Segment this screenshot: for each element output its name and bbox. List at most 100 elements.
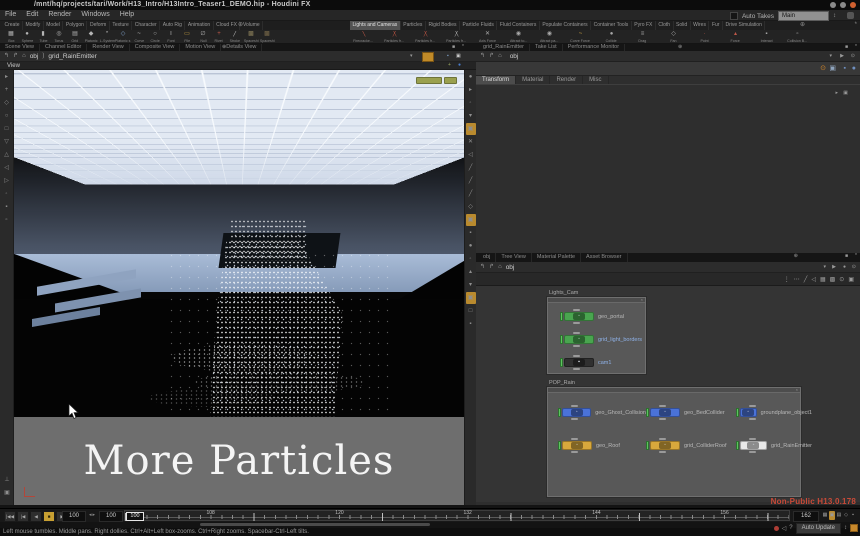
shelf-tab[interactable]: Populate Containers bbox=[540, 21, 591, 30]
shelf-tool[interactable]: ~ Curve Force bbox=[565, 31, 596, 43]
network-node[interactable]: ◦ groundplane_object1 bbox=[736, 396, 812, 429]
network-node[interactable]: ◦ geo_Roof bbox=[558, 429, 646, 462]
shelf-tab[interactable]: Auto Rig bbox=[160, 21, 185, 30]
viewport-tool-icon[interactable]: ⊥ bbox=[2, 474, 12, 486]
viewport-tool-icon[interactable]: ▣ bbox=[466, 292, 476, 304]
shelf-tool[interactable]: ● Sphere bbox=[19, 31, 35, 43]
nav-forward-icon[interactable]: ↱ bbox=[13, 51, 18, 62]
pane-tab[interactable]: obj bbox=[478, 253, 496, 262]
network-editor[interactable]: Lights_Cam × ◦ geo_portal bbox=[476, 286, 860, 502]
shelf-tab[interactable]: Model bbox=[44, 21, 64, 30]
network-node[interactable]: ◦ geo_Ghost_Collision bbox=[558, 396, 646, 429]
notification-icon[interactable] bbox=[847, 12, 854, 19]
viewport-tool-icon[interactable]: ◇ bbox=[2, 97, 12, 109]
shelf-tab[interactable]: Particle Fluids bbox=[460, 21, 497, 30]
node-label[interactable]: geo_BedCollider bbox=[684, 410, 725, 416]
globe-icon[interactable]: ● bbox=[852, 65, 856, 73]
node-display-flag[interactable] bbox=[646, 408, 649, 417]
shelf-tool[interactable]: ▮ Tube bbox=[35, 31, 51, 43]
shelf-tool[interactable]: ◎ Torus bbox=[51, 31, 67, 43]
pane-tab[interactable]: Asset Browser bbox=[581, 253, 627, 262]
shelf-tool[interactable]: + Rivet bbox=[211, 31, 227, 43]
shelf-tab[interactable]: Solid bbox=[674, 21, 691, 30]
pane-tab[interactable]: Composite View bbox=[130, 44, 181, 51]
network-box-lights-cam[interactable]: Lights_Cam × ◦ geo_portal bbox=[547, 297, 646, 374]
shelf-tab[interactable]: Texture bbox=[110, 21, 132, 30]
network-view-icon[interactable]: ╱ bbox=[804, 276, 808, 283]
scene-viewport[interactable] bbox=[14, 70, 464, 417]
select-mode-icon[interactable]: ▪ bbox=[447, 53, 449, 60]
viewport-tool-icon[interactable]: ▾ bbox=[466, 279, 476, 291]
shelf-tab[interactable]: Animation bbox=[185, 21, 213, 30]
shelf-tool[interactable]: ▦ Box bbox=[3, 31, 19, 43]
material-open-icon[interactable]: ▣ bbox=[843, 90, 848, 97]
viewport-tool-icon[interactable]: ◦ bbox=[2, 188, 12, 200]
viewport-tool-icon[interactable]: ◦ bbox=[466, 253, 476, 265]
shelf-tab[interactable]: Fur bbox=[709, 21, 723, 30]
network-view-icon[interactable]: ⋮ bbox=[784, 276, 790, 283]
node-display-flag[interactable] bbox=[646, 441, 649, 450]
playback-button[interactable]: ◀ bbox=[30, 511, 42, 522]
pane-tab[interactable]: Tree View bbox=[496, 253, 531, 262]
node-body[interactable]: ◦ bbox=[564, 335, 594, 344]
shelf-tool[interactable]: ~ Curve bbox=[131, 31, 147, 43]
breadcrumb-node[interactable]: grid_RainEmitter bbox=[48, 51, 96, 62]
view-globe-icon[interactable]: ● bbox=[458, 62, 461, 69]
node-display-flag[interactable] bbox=[558, 441, 561, 450]
shelf-config-gear-icon[interactable]: * bbox=[855, 21, 857, 30]
shelf-tab[interactable]: Polygon bbox=[63, 21, 87, 30]
param-tab[interactable]: Transform bbox=[476, 76, 516, 84]
node-body[interactable]: ◦ bbox=[562, 441, 592, 450]
playback-button[interactable]: ■ bbox=[43, 511, 55, 522]
network-view-icon[interactable]: ◁ bbox=[811, 276, 816, 283]
node-body[interactable]: ◦ bbox=[564, 312, 594, 321]
viewport-tool-icon[interactable]: △ bbox=[2, 149, 12, 161]
shelf-tool[interactable]: T Font bbox=[163, 31, 179, 43]
shelf-tool[interactable]: ╳ Particles fr... bbox=[379, 31, 410, 43]
viewport-tool-icon[interactable]: ● bbox=[466, 71, 476, 83]
shelf-tool[interactable]: ▩ Spaceshi bbox=[259, 31, 275, 43]
snap-icon[interactable]: ▣ bbox=[456, 53, 461, 60]
network-search-icon[interactable]: ⊙ bbox=[852, 264, 856, 271]
playback-button[interactable]: |◀ bbox=[17, 511, 29, 522]
shelf-tab[interactable]: Cloth bbox=[656, 21, 674, 30]
shelf-tab[interactable]: Rigid Bodies bbox=[426, 21, 460, 30]
shelf-tool[interactable]: ╱ Stroke bbox=[227, 31, 243, 43]
shelf-tab[interactable]: Drive Simulation bbox=[723, 21, 765, 30]
right-pane-max-icon[interactable]: ■ bbox=[845, 44, 848, 51]
viewport-tool-icon[interactable]: □ bbox=[466, 305, 476, 317]
pin-target-icon[interactable]: ⊙ bbox=[820, 65, 826, 73]
shelf-tool[interactable]: ◉ Attract pa... bbox=[534, 31, 565, 43]
playbar-option-icon[interactable]: ◇ bbox=[843, 511, 849, 520]
nav-forward-icon[interactable]: ↱ bbox=[489, 262, 494, 273]
viewport-tool-icon[interactable]: ◁ bbox=[466, 149, 476, 161]
network-view-icon[interactable]: ▦ bbox=[820, 276, 826, 283]
network-max-icon[interactable]: ■ bbox=[845, 253, 848, 260]
current-frame-indicator[interactable]: 100 bbox=[126, 512, 144, 521]
auto-takes-checkbox[interactable] bbox=[730, 12, 738, 20]
playbar-option-icon[interactable]: ▣ bbox=[829, 511, 835, 520]
network-box-pop-rain[interactable]: POP_Rain × ◦ geo_Ghost_Collision bbox=[547, 387, 801, 497]
viewport-tool-icon[interactable]: ✕ bbox=[466, 136, 476, 148]
pane-tab[interactable]: Channel Editor bbox=[40, 44, 87, 51]
home-icon[interactable]: ⌂ bbox=[498, 51, 502, 62]
network-node[interactable]: ◦ grid_light_borders bbox=[560, 328, 642, 351]
right-pane-gear-icon[interactable]: * bbox=[855, 44, 857, 51]
node-display-flag[interactable] bbox=[560, 358, 563, 367]
shelf-tool[interactable]: * L-System bbox=[99, 31, 115, 43]
object-filter-icon[interactable] bbox=[422, 52, 434, 62]
jump-network-icon[interactable]: ▣ bbox=[829, 65, 836, 73]
shelf-tool[interactable]: ○ Circle bbox=[147, 31, 163, 43]
shelf-tab[interactable]: Wires bbox=[691, 21, 710, 30]
view-hook-icon[interactable]: + bbox=[448, 62, 451, 69]
shelf-tool[interactable]: ∅ Null bbox=[195, 31, 211, 43]
breadcrumb-context[interactable]: obj bbox=[30, 51, 39, 62]
nav-back-icon[interactable]: ↰ bbox=[4, 51, 9, 62]
playbar-option-icon[interactable]: ▦ bbox=[822, 511, 828, 520]
viewport-tool-icon[interactable]: ▪ bbox=[466, 227, 476, 239]
box-collapse-icon[interactable]: × bbox=[796, 387, 798, 392]
param-tab[interactable]: Material bbox=[516, 76, 550, 84]
pane-tab[interactable]: Render View bbox=[87, 44, 129, 51]
network-view-icon[interactable]: ▩ bbox=[830, 276, 836, 283]
shelf-tool[interactable]: ▩ Spaceshi bbox=[243, 31, 259, 43]
